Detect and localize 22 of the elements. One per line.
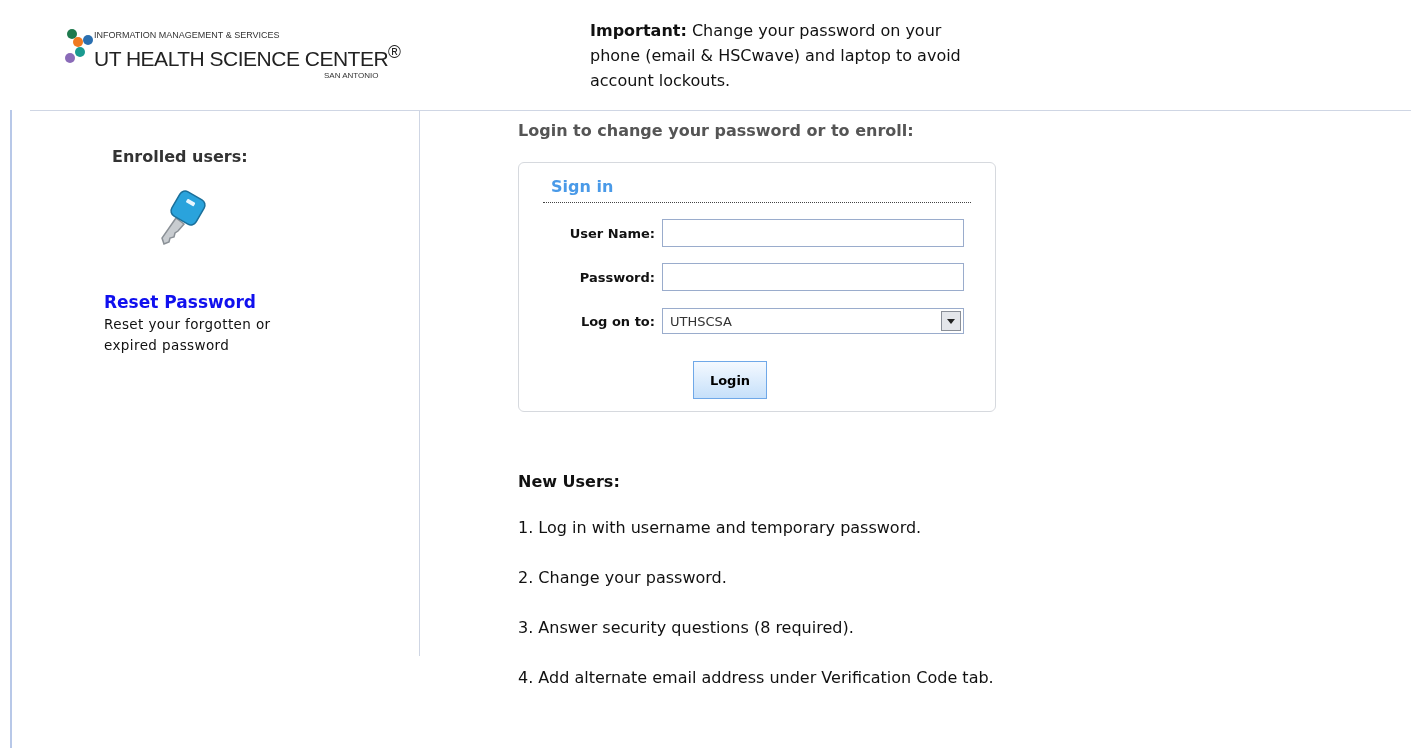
- login-heading: Login to change your password or to enroll:: [518, 121, 915, 140]
- dropdown-caret-icon: [941, 311, 961, 331]
- new-users-heading: New Users:: [518, 472, 621, 491]
- sidebar-heading: Enrolled users:: [112, 147, 248, 166]
- reset-description: Reset your forgotten or expired password: [104, 315, 272, 355]
- login-button[interactable]: Login: [693, 361, 767, 399]
- step-text: 2. Change your password.: [518, 567, 728, 589]
- user-name-field[interactable]: [662, 219, 964, 247]
- step-text: 3. Answer security questions (8 required).: [518, 617, 855, 639]
- sign-in-title: Sign in: [543, 175, 971, 203]
- domain-dropdown[interactable]: UTHSCSA: [662, 308, 964, 334]
- step-text: 4. Add alternate email address under Verification Code tab.: [518, 667, 995, 689]
- reset-password-link[interactable]: Reset Password: [104, 292, 256, 312]
- logo-location: SAN ANTONIO: [324, 71, 379, 80]
- notice-text: Important: Change your password on your phone (email & HSCwave) and laptop to avoid account lockouts.: [590, 20, 962, 92]
- password-field[interactable]: [662, 263, 964, 291]
- logo-name: UT HEALTH SCIENCE CENTER$^{®}$: [94, 41, 401, 71]
- step-text: 1. Log in with username and temporary password.: [518, 517, 923, 539]
- logo-department: INFORMATION MANAGEMENT & SERVICES: [94, 30, 281, 40]
- field-label: Password:: [578, 269, 655, 285]
- field-label: User Name:: [568, 225, 655, 241]
- field-label: Log on to:: [579, 313, 655, 329]
